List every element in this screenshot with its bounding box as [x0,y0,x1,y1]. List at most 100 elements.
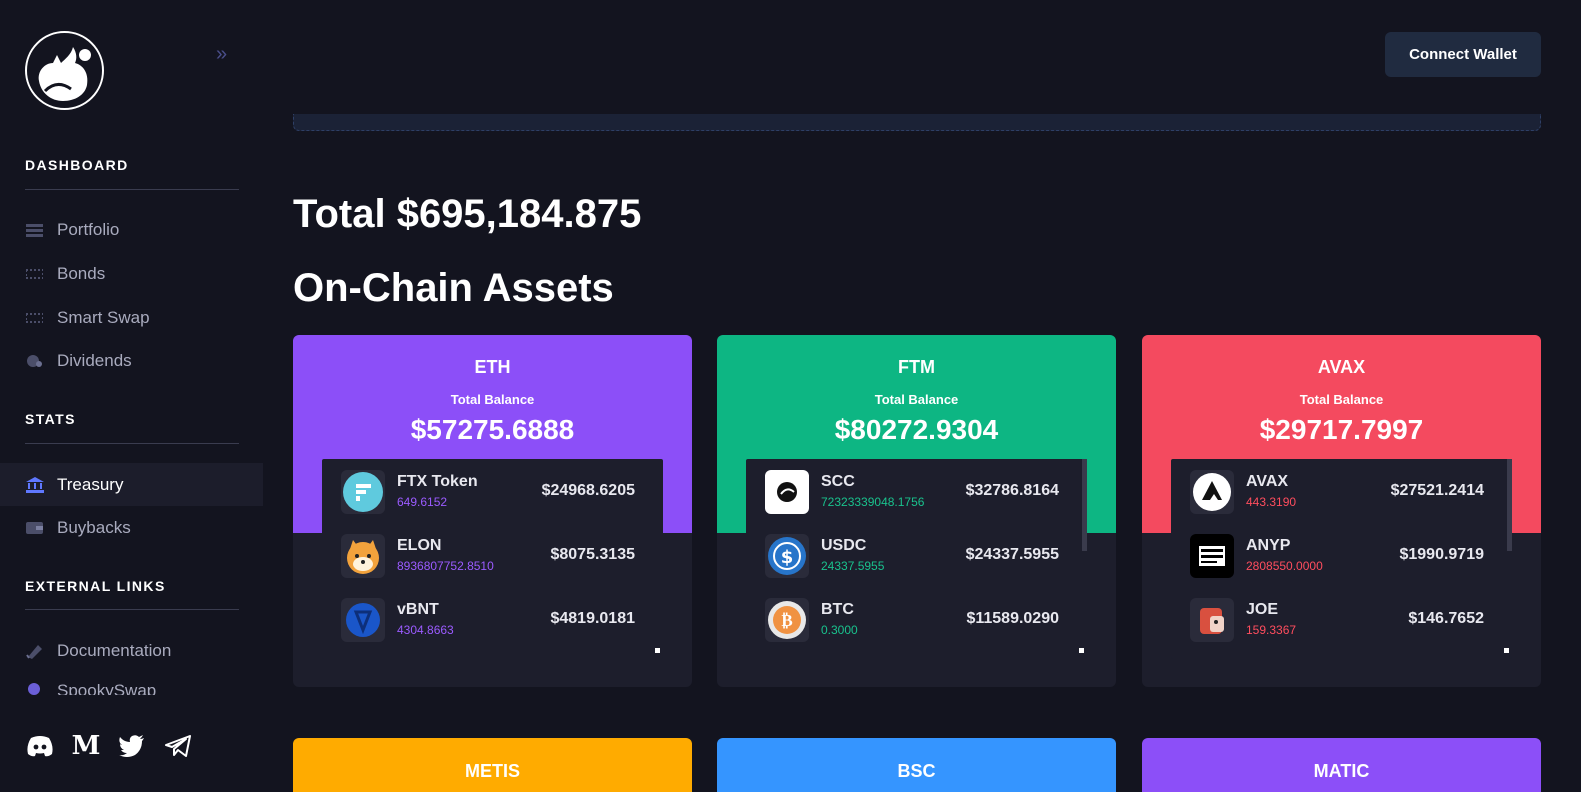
anyp-token-icon [1190,534,1234,578]
token-row[interactable]: ₿ BTC 0.3000 $11589.0290 [746,592,1087,652]
svg-text:₿: ₿ [781,611,792,631]
book-icon [25,644,44,659]
btc-token-icon: ₿ [765,598,809,642]
dividends-icon [25,354,44,368]
token-usd-value: $24337.5955 [965,546,1059,563]
chain-name: MATIC [1313,761,1370,781]
token-row[interactable]: SCC 72323339048.1756 $32786.8164 [746,464,1087,524]
total-balance-value: $80272.9304 [834,414,999,445]
token-usd-value: $11589.0290 [966,610,1059,627]
divider [25,443,239,444]
token-name: JOE [1246,601,1279,618]
bank-icon [25,476,44,493]
sidebar: » DASHBOARD Portfolio Bonds Smart Swap D… [0,0,263,792]
telegram-icon[interactable] [163,732,193,760]
token-usd-value: $146.7652 [1408,610,1484,627]
total-value: Total $695,184.875 [293,192,642,236]
total-balance-label: Total Balance [1299,392,1384,407]
token-name: ANYP [1246,537,1291,554]
total-balance-value: $57275.6888 [410,414,575,445]
twitter-icon[interactable] [117,732,147,760]
sidebar-item-label: Documentation [57,640,172,660]
swap-icon [25,311,44,325]
spooky-icon [25,681,44,695]
total-balance-value: $29717.7997 [1259,414,1424,445]
token-row[interactable]: ELON 8936807752.8510 $8075.3135 [322,528,663,588]
chain-card-avax: AVAX Total Balance $29717.7997 AVAX 443.… [1142,335,1541,687]
token-amount: 8936807752.8510 [397,559,494,573]
token-name: SCC [821,473,855,490]
chain-name: BSC [897,761,936,781]
sidebar-item-bonds[interactable]: Bonds [0,252,263,295]
logo[interactable] [25,31,104,110]
token-name: AVAX [1246,473,1289,490]
sidebar-item-label: Bonds [57,263,106,283]
token-usd-value: $32786.8164 [965,482,1059,499]
token-amount: 649.6152 [397,495,448,509]
token-row[interactable]: AVAX 443.3190 $27521.2414 [1171,464,1512,524]
token-usd-value: $1990.9719 [1399,546,1484,563]
social-links: M [25,732,193,760]
connect-wallet-button[interactable]: Connect Wallet [1385,32,1541,77]
token-row[interactable]: vBNT 4304.8663 $4819.0181 [322,592,663,652]
token-amount: 4304.8663 [397,623,454,637]
scroll-indicator [655,648,660,653]
token-row[interactable]: ANYP 2808550.0000 $1990.9719 [1171,528,1512,588]
section-title-external-links: EXTERNAL LINKS [25,578,166,594]
token-amount: 2808550.0000 [1246,559,1323,573]
token-row[interactable]: JOE 159.3367 $146.7652 [1171,592,1512,652]
token-amount: 72323339048.1756 [821,495,925,509]
sidebar-item-documentation[interactable]: Documentation [0,629,263,672]
scroll-indicator [1504,648,1509,653]
token-list[interactable]: SCC 72323339048.1756 $32786.8164 $ USDC … [746,459,1087,659]
sidebar-item-label: Smart Swap [57,307,150,327]
sidebar-item-dividends[interactable]: Dividends [0,339,263,382]
collapse-sidebar-icon[interactable]: » [216,44,236,64]
discord-icon[interactable] [25,732,55,760]
chain-name: AVAX [1317,357,1366,377]
section-title-dashboard: DASHBOARD [25,157,129,173]
svg-text:$: $ [781,547,794,568]
chain-card-metis: METIS [293,738,692,792]
token-amount: 443.3190 [1246,495,1297,509]
sidebar-item-treasury[interactable]: Treasury [0,463,263,506]
elon-token-icon [341,534,385,578]
usdc-token-icon: $ [765,534,809,578]
chain-card-ftm: FTM Total Balance $80272.9304 SCC 723233… [717,335,1116,687]
chain-name: METIS [464,761,520,781]
sidebar-item-smart-swap[interactable]: Smart Swap [0,296,263,339]
token-amount: 24337.5955 [821,559,885,573]
bonds-icon [25,267,44,281]
chain-card-matic: MATIC [1142,738,1541,792]
token-row[interactable]: $ USDC 24337.5955 $24337.5955 [746,528,1087,588]
token-usd-value: $8075.3135 [550,546,635,563]
medium-icon[interactable]: M [71,732,101,760]
chain-name: FTM [898,357,935,377]
token-usd-value: $24968.6205 [541,482,635,499]
chain-name: ETH [474,357,511,377]
token-name: USDC [821,537,867,554]
token-list[interactable]: FTX Token 649.6152 $24968.6205 ELON 8936… [322,459,663,659]
sidebar-item-label: Portfolio [57,219,120,239]
divider [25,609,239,610]
total-balance-label: Total Balance [874,392,959,407]
sidebar-item-portfolio[interactable]: Portfolio [0,208,263,251]
divider [25,189,239,190]
avax-token-icon [1190,470,1234,514]
vbnt-token-icon [341,598,385,642]
sidebar-item-label: Dividends [57,350,132,370]
top-panel-edge [293,114,1541,131]
portfolio-icon [25,223,44,237]
token-list[interactable]: AVAX 443.3190 $27521.2414 ANYP 2808550.0… [1171,459,1512,659]
total-balance-label: Total Balance [450,392,535,407]
chain-card-bsc: BSC [717,738,1116,792]
wallet-icon [25,521,44,535]
sidebar-item-buybacks[interactable]: Buybacks [0,506,263,549]
token-row[interactable]: FTX Token 649.6152 $24968.6205 [322,464,663,524]
token-name: vBNT [397,601,439,618]
chain-card-eth: ETH Total Balance $57275.6888 FTX Token … [293,335,692,687]
ftx-token-icon [341,470,385,514]
token-name: ELON [397,537,442,554]
sidebar-item-label: Buybacks [57,517,131,537]
sidebar-item-spookyswap[interactable]: SpookySwap [0,673,263,695]
